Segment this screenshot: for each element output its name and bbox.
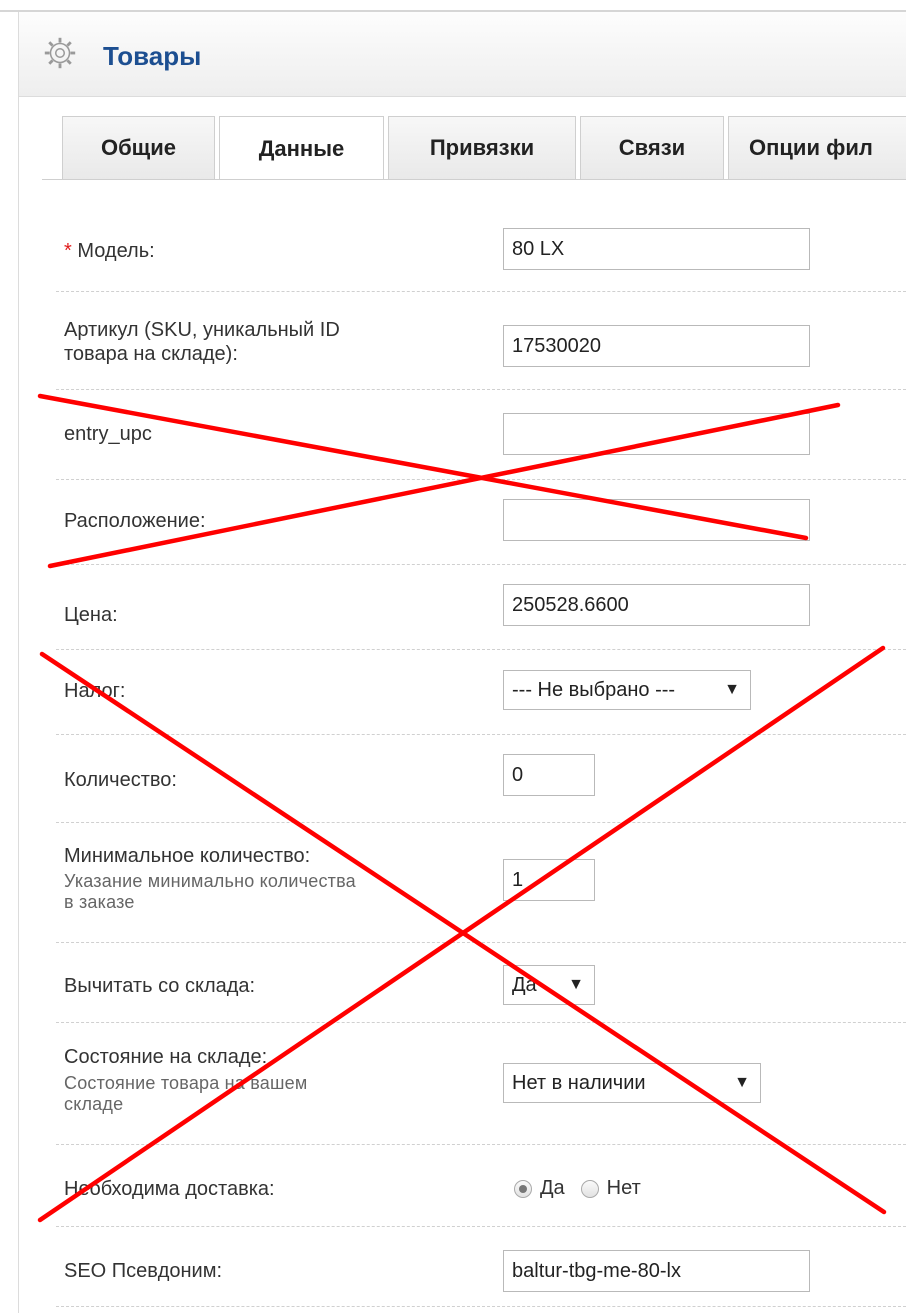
field-row-stock-status: Состояние на складе: Состояние товара на… [56, 1022, 906, 1145]
tab-general[interactable]: Общие [62, 116, 215, 179]
upc-input[interactable] [503, 413, 810, 455]
field-row-upc: entry_upc [56, 389, 906, 480]
field-row-quantity: Количество: [56, 734, 906, 823]
shipping-yes-radio[interactable] [514, 1179, 532, 1198]
page-header: Товары [19, 12, 906, 97]
field-row-location: Расположение: [56, 479, 906, 565]
tax-label: Налог: [64, 680, 126, 702]
minimum-label: Минимальное количество: [64, 845, 311, 867]
minimum-help-text: Указание минимально количества в заказе [64, 871, 356, 912]
dropdown-arrow-icon: ▼ [724, 681, 740, 698]
seo-label: SEO Псевдоним: [64, 1260, 223, 1282]
shipping-no-radio[interactable] [580, 1179, 599, 1198]
minimum-input[interactable] [503, 859, 595, 901]
stock-status-select[interactable]: Нет в наличии ▼ [503, 1063, 761, 1103]
location-label: Расположение: [64, 510, 206, 532]
price-input[interactable] [503, 584, 810, 626]
field-row-subtract: Вычитать со склада: Да ▼ [56, 942, 906, 1023]
shipping-label: Необходима доставка: [64, 1178, 275, 1200]
page-title: Товары [103, 41, 202, 71]
quantity-label: Количество: [64, 769, 177, 791]
stock-status-help-text: Состояние товара на вашем складе [64, 1073, 308, 1114]
field-row-model: * Модель: [56, 180, 906, 292]
shipping-yes-label: Да [540, 1177, 565, 1199]
tab-bar: Общие Данные Привязки Связи Опции фил [42, 116, 906, 180]
field-row-tax: Налог: --- Не выбрано --- ▼ [56, 649, 906, 735]
stock-status-label: Состояние на складе: [64, 1046, 268, 1068]
dropdown-arrow-icon: ▼ [734, 1074, 750, 1091]
subtract-select[interactable]: Да ▼ [503, 965, 595, 1005]
dropdown-arrow-icon: ▼ [568, 976, 584, 993]
tab-data[interactable]: Данные [219, 116, 384, 180]
upc-label: entry_upc [64, 423, 152, 445]
price-label: Цена: [64, 604, 118, 626]
required-marker: * [64, 240, 72, 262]
location-input[interactable] [503, 499, 810, 541]
model-input[interactable] [503, 228, 810, 270]
panel-border [18, 12, 19, 1313]
seo-input[interactable] [503, 1250, 810, 1292]
field-row-seo: SEO Псевдоним: [56, 1226, 906, 1307]
subtract-label: Вычитать со склада: [64, 975, 256, 997]
field-row-minimum: Минимальное количество: Указание минимал… [56, 822, 906, 943]
field-row-price: Цена: [56, 564, 906, 650]
model-label: * Модель: [64, 240, 155, 262]
shipping-no-label: Нет [606, 1177, 641, 1199]
shipping-radio-group: Да Нет [514, 1177, 641, 1200]
field-row-sku: Артикул (SKU, уникальный ID товара на ск… [56, 291, 906, 390]
sku-label: Артикул (SKU, уникальный ID товара на ск… [64, 319, 340, 365]
tab-related[interactable]: Связи [580, 116, 724, 179]
quantity-input[interactable] [503, 754, 595, 796]
tax-select[interactable]: --- Не выбрано --- ▼ [503, 670, 751, 710]
tab-filter-options[interactable]: Опции фил [728, 116, 906, 179]
sku-input[interactable] [503, 325, 810, 367]
gear-icon [44, 37, 76, 69]
tab-links[interactable]: Привязки [388, 116, 576, 179]
field-row-shipping: Необходима доставка: Да Нет [56, 1144, 906, 1227]
